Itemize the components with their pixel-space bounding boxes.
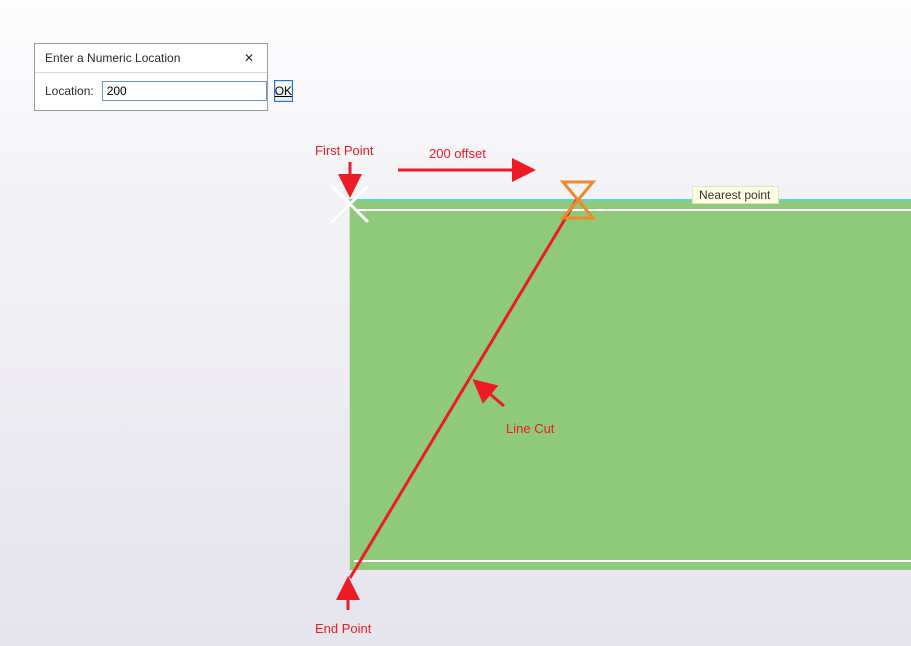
numeric-location-dialog: Enter a Numeric Location ✕ Location: OK xyxy=(34,43,268,111)
snap-tooltip: Nearest point xyxy=(692,186,779,204)
panel-left-edge xyxy=(350,201,354,570)
end-point-label: End Point xyxy=(315,621,371,636)
ok-button[interactable]: OK xyxy=(274,80,293,102)
cad-panel[interactable] xyxy=(349,199,911,570)
line-cut-label: Line Cut xyxy=(506,421,554,436)
dialog-titlebar[interactable]: Enter a Numeric Location ✕ xyxy=(35,44,267,73)
dialog-body: Location: OK xyxy=(35,73,267,110)
location-label: Location: xyxy=(45,84,94,98)
dialog-title: Enter a Numeric Location xyxy=(45,51,180,65)
first-point-label: First Point xyxy=(315,143,374,158)
panel-inner-edge-bottom xyxy=(352,560,911,562)
close-icon[interactable]: ✕ xyxy=(237,51,261,65)
panel-inner-edge-top xyxy=(352,209,911,211)
location-input[interactable] xyxy=(102,81,267,101)
offset-label: 200 offset xyxy=(429,146,486,161)
